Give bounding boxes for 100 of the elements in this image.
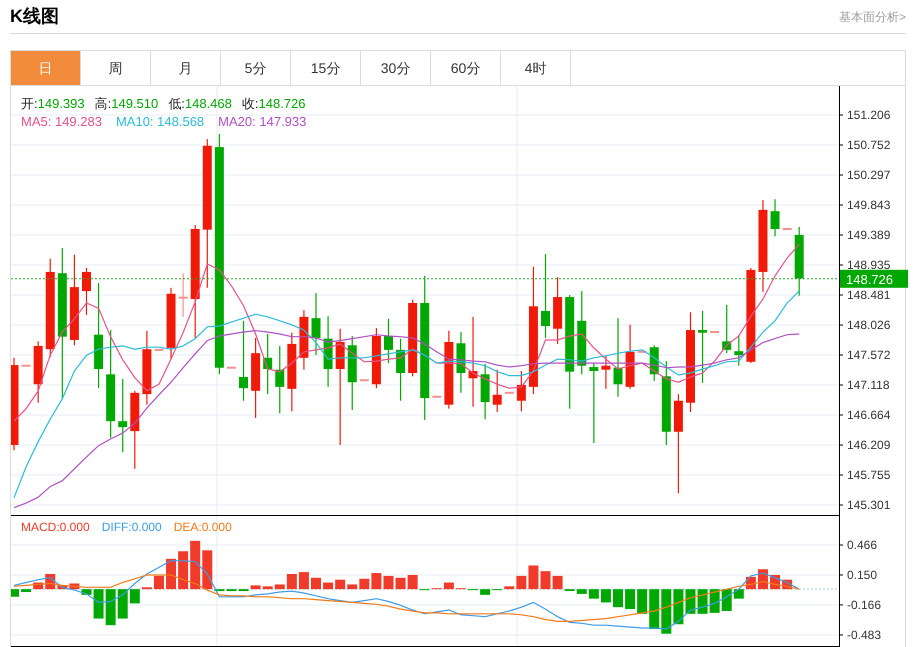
candlestick [82, 268, 91, 315]
candlestick [456, 332, 466, 393]
macd-bar [600, 589, 611, 602]
candlestick [650, 345, 659, 381]
price-axis-label: 146.664 [847, 408, 890, 422]
candlestick [504, 392, 514, 394]
macd-bar [347, 584, 358, 590]
macd-bar [673, 589, 684, 624]
macd-bar [625, 589, 636, 610]
macd-axis-label: -0.483 [847, 628, 882, 642]
macd-legend-value: DEA:0.000 [174, 519, 232, 535]
macd-axis-label: 0.466 [847, 538, 878, 552]
candlestick [710, 331, 720, 334]
candlestick [299, 310, 308, 370]
price-axis-label: 148.026 [847, 318, 890, 332]
macd-axis-label: -0.166 [847, 598, 882, 612]
macd-bar [588, 589, 599, 599]
price-axis-label: 150.297 [847, 168, 890, 182]
moving-average-value: MA5: 149.283 [21, 113, 102, 131]
macd-bar [166, 558, 176, 590]
candlestick [384, 318, 393, 364]
candlestick [34, 341, 43, 403]
macd-bar [335, 580, 346, 590]
macd-bar [396, 578, 406, 590]
candlestick [480, 364, 490, 420]
price-axis-label: 145.755 [847, 468, 890, 482]
macd-bar [298, 572, 309, 590]
macd-bar [698, 589, 708, 614]
macd-legend-value: DIFF:0.000 [102, 519, 162, 535]
macd-bar [528, 565, 538, 590]
price-axis-label: 150.752 [847, 138, 890, 152]
macd-bar [444, 582, 454, 590]
candlestick [360, 379, 369, 382]
macd-bar [359, 578, 370, 590]
macd-bar [540, 571, 551, 590]
macd-bar [214, 589, 224, 592]
macd-bar [250, 585, 261, 590]
macd-bar [564, 589, 575, 592]
macd-bar [94, 589, 104, 619]
candlestick [324, 316, 333, 387]
candlestick [372, 328, 381, 388]
macd-bar [202, 550, 212, 590]
candlestick [275, 346, 284, 414]
macd-bar [274, 584, 285, 590]
macd-bar [81, 589, 92, 595]
candlestick [166, 288, 176, 360]
current-price-tag: 148.726 [840, 270, 908, 288]
macd-bar [371, 573, 382, 590]
candlestick [516, 371, 526, 412]
moving-average-value: MA20: 147.933 [218, 113, 306, 131]
candlestick [22, 364, 31, 367]
macd-bar [734, 589, 744, 599]
candlestick [770, 199, 780, 236]
price-axis-label: 149.843 [847, 198, 890, 212]
macd-bar [21, 589, 32, 592]
ohlc-value: 收:148.726 [242, 95, 306, 113]
price-axis-label: 147.118 [847, 378, 890, 392]
page-title: K线图 [10, 5, 59, 28]
macd-bar [685, 589, 696, 614]
candlestick [734, 334, 744, 366]
candlestick [312, 293, 320, 356]
macd-bar [130, 589, 140, 604]
macd-bar [238, 589, 249, 592]
macd-bar [649, 589, 660, 629]
macd-bar [480, 589, 490, 595]
price-axis-label: 149.389 [847, 228, 890, 242]
macd-bar [118, 589, 128, 619]
macd-bar [613, 589, 623, 608]
candlestick [226, 366, 236, 369]
macd-bar [190, 540, 200, 590]
macd-axis-label: 0.150 [847, 568, 878, 582]
candlestick [492, 370, 502, 412]
candlestick [154, 348, 164, 351]
candlestick [263, 334, 272, 394]
macd-legend-value: MACD:0.000 [21, 519, 90, 535]
macd-bar [11, 589, 19, 597]
macd-bar [323, 582, 334, 590]
macd-bar [637, 589, 648, 614]
macd-bar [661, 589, 672, 634]
macd-bar [516, 576, 526, 590]
candlestick [722, 304, 732, 354]
macd-bar [504, 586, 514, 590]
ohlc-value: 高:149.510 [94, 95, 158, 113]
macd-bar [142, 587, 152, 590]
candlestick [601, 356, 610, 389]
candlestick [626, 324, 635, 389]
macd-bar [226, 589, 236, 592]
macd-bar [57, 585, 68, 590]
ref-line-label: 148.726 [846, 272, 893, 287]
macd-bar [286, 574, 297, 590]
price-axis-label: 147.572 [847, 348, 890, 362]
candlestick [794, 227, 804, 296]
candlestick [638, 350, 647, 353]
macd-bar [178, 551, 188, 590]
macd-bar [408, 574, 418, 590]
candlestick [178, 273, 188, 317]
macd-bar [383, 576, 394, 590]
macd-bar [576, 589, 587, 594]
macd-bar [552, 576, 563, 590]
candlestick [432, 396, 442, 398]
